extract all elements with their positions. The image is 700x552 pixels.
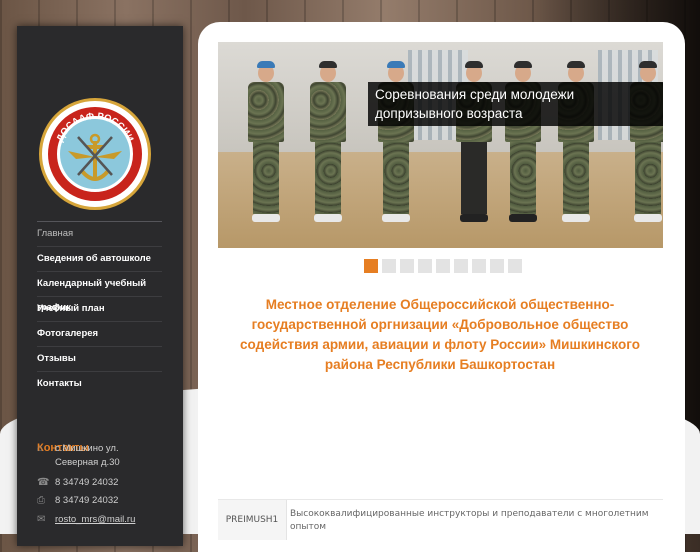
sidebar: ДОСААФ РОССИИ Главная Сведения об автошк… [17,26,183,546]
main-nav: Главная Сведения об автошколе Календарны… [37,221,162,396]
org-title: Местное отделение Общероссийской обществ… [240,297,640,372]
slider-dot[interactable] [454,259,468,273]
nav-item-gallery[interactable]: Фотогалерея [37,321,162,346]
dosaaf-logo[interactable]: ДОСААФ РОССИИ [39,98,151,210]
slide-soldier [308,61,348,224]
address-line1: с.Мишкино ул. [55,443,119,454]
fax-number: 8 34749 24032 [55,495,119,506]
logo-text: ДОСААФ РОССИИ [55,111,136,144]
anchor-wings-icon: ДОСААФ РОССИИ [55,111,136,181]
nav-item-home[interactable]: Главная [37,221,162,246]
nav-item-contacts[interactable]: Контакты [37,371,162,396]
fax-icon: ⎙ [37,495,45,506]
slider-dot[interactable] [490,259,504,273]
caption-line2: допризывного возраста [375,106,523,121]
nav-item-curriculum[interactable]: Учебный план [37,296,162,321]
address-line2: Северная д.30 [55,457,120,468]
slider-dot[interactable] [382,259,396,273]
slider-dot[interactable] [364,259,378,273]
main-content: Соревнования среди молодежи допризывного… [198,22,685,552]
phone-number: 8 34749 24032 [55,477,119,488]
slide-caption: Соревнования среди молодежи допризывного… [368,82,663,126]
caption-line1: Соревнования среди молодежи [375,87,575,102]
slider-dot[interactable] [436,259,450,273]
slider-pagination [364,258,526,273]
home-icon: ⌂ [37,443,44,454]
advantage-tag: PREIMUSH1 [218,500,287,540]
slider-dot[interactable] [400,259,414,273]
nav-item-schedule[interactable]: Календарный учебный график [37,271,162,313]
email-link[interactable]: rosto_mrs@mail.ru [55,513,135,527]
mail-icon: ✉ [37,514,46,525]
slider-dot[interactable] [472,259,486,273]
slider-dot[interactable] [418,259,432,273]
svg-text:ДОСААФ РОССИИ: ДОСААФ РОССИИ [55,111,136,144]
photo-slider[interactable]: Соревнования среди молодежи допризывного… [218,42,663,248]
phone-icon: ☎ [37,477,50,488]
slider-dot[interactable] [508,259,522,273]
nav-item-reviews[interactable]: Отзывы [37,346,162,371]
slide-soldier [246,61,286,224]
advantage-text: Высококвалифицированные инструкторы и пр… [290,509,649,532]
nav-item-about[interactable]: Сведения об автошколе [37,246,162,271]
